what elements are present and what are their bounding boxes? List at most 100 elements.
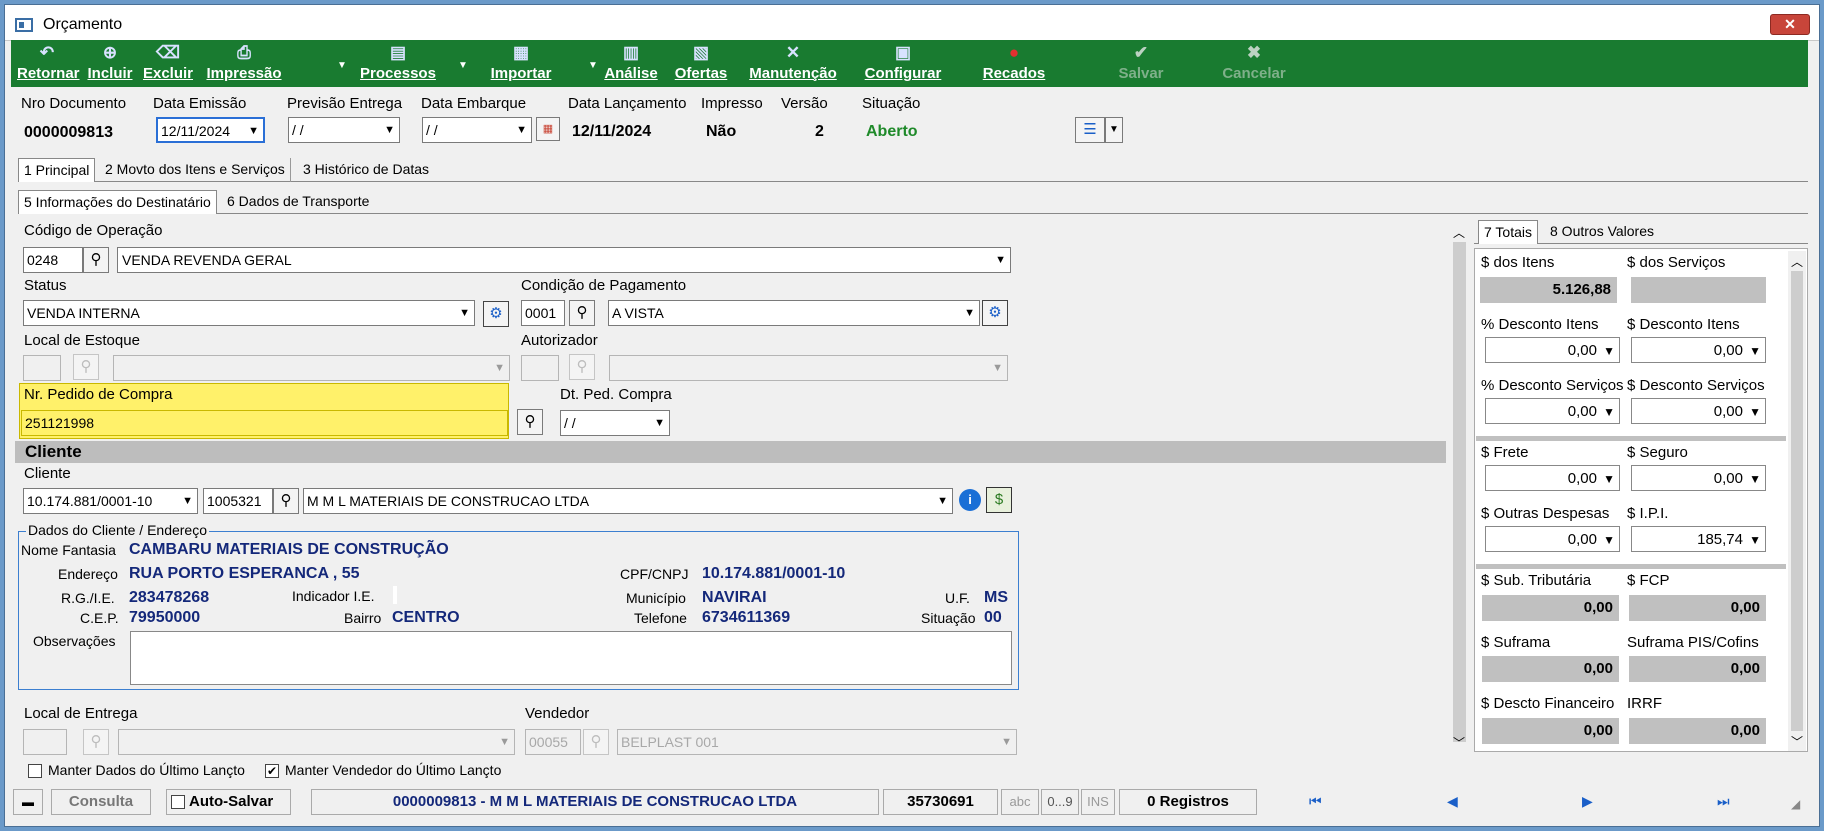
salvar-button[interactable]: ✔ Salvar xyxy=(1111,40,1171,87)
chevron-down-icon[interactable]: ▼ xyxy=(516,118,527,142)
list-view-icon[interactable]: ☰ xyxy=(1075,117,1105,143)
gear-icon[interactable]: ⚙ xyxy=(982,300,1008,326)
pct-desconto-itens-input[interactable]: 0,00 ▼ xyxy=(1485,337,1620,363)
data-emissao-input[interactable]: 12/11/2024 ▼ xyxy=(156,117,265,143)
local-entrega-select[interactable]: ▼ xyxy=(118,729,515,755)
impressao-button[interactable]: ⎙ Impressão xyxy=(202,40,286,87)
local-estoque-code[interactable] xyxy=(23,355,61,381)
tab-informacoes-destinatario[interactable]: 5 Informações do Destinatário xyxy=(18,190,217,214)
tab-historico-datas[interactable]: 3 Histórico de Datas xyxy=(298,158,434,182)
chevron-down-icon[interactable]: ▼ xyxy=(182,489,193,513)
chevron-down-icon[interactable]: ▼ xyxy=(964,301,975,325)
incluir-button[interactable]: ⊕ Incluir xyxy=(86,40,134,87)
manutencao-button[interactable]: ✕ Manutenção xyxy=(744,40,842,87)
dt-ped-compra-input[interactable]: / / ▼ xyxy=(560,410,670,436)
main-scrollbar[interactable]: ︿ ﹀ xyxy=(1449,222,1469,753)
local-entrega-code[interactable] xyxy=(23,729,67,755)
tab-principal[interactable]: 1 Principal xyxy=(18,158,96,182)
impressao-dropdown[interactable]: ▼ xyxy=(331,40,347,87)
tab-dados-transporte[interactable]: 6 Dados de Transporte xyxy=(222,190,374,214)
chevron-down-icon[interactable]: ▼ xyxy=(494,356,505,380)
condicao-pagamento-code[interactable]: 0001 xyxy=(521,300,565,326)
pct-desconto-servicos-input[interactable]: 0,00 ▼ xyxy=(1485,398,1620,424)
outras-despesas-input[interactable]: 0,00 ▼ xyxy=(1485,526,1620,552)
money-bag-icon[interactable]: $ xyxy=(986,487,1012,513)
codigo-operacao-input[interactable]: 0248 xyxy=(23,247,83,273)
search-icon[interactable]: ⚲ xyxy=(83,729,109,755)
frete-input[interactable]: 0,00 ▼ xyxy=(1485,465,1620,491)
condicao-pagamento-select[interactable]: A VISTA ▼ xyxy=(608,300,980,326)
importar-button[interactable]: ▦ Importar xyxy=(485,40,557,87)
tab-movto-itens[interactable]: 2 Movto dos Itens e Serviços xyxy=(100,158,291,182)
search-icon[interactable]: ⚲ xyxy=(569,300,595,326)
search-icon[interactable]: ⚲ xyxy=(569,354,595,380)
vendedor-select[interactable]: BELPLAST 001 ▼ xyxy=(617,729,1017,755)
operacao-select[interactable]: VENDA REVENDA GERAL ▼ xyxy=(117,247,1011,273)
resize-grip-icon[interactable]: ◢ xyxy=(1791,797,1800,811)
calendar-icon[interactable]: ▦ xyxy=(536,117,560,141)
list-view-dropdown[interactable]: ▼ xyxy=(1105,117,1123,143)
chevron-down-icon[interactable]: ▼ xyxy=(1001,730,1012,754)
analise-button[interactable]: ▥ Análise xyxy=(601,40,661,87)
calendar-dropdown-icon[interactable]: ▼ xyxy=(248,119,259,141)
autorizador-code[interactable] xyxy=(521,355,559,381)
autorizador-select[interactable]: ▼ xyxy=(609,355,1008,381)
chevron-down-icon[interactable]: ▼ xyxy=(1603,338,1615,364)
val-desconto-itens-input[interactable]: 0,00 ▼ xyxy=(1631,337,1766,363)
pedido-compra-input[interactable]: 251121998 xyxy=(21,410,508,436)
search-icon[interactable]: ⚲ xyxy=(73,354,99,380)
excluir-button[interactable]: ⌫ Excluir xyxy=(141,40,195,87)
processos-dropdown[interactable]: ▼ xyxy=(452,40,468,87)
ofertas-button[interactable]: ▧ Ofertas xyxy=(671,40,731,87)
status-select[interactable]: VENDA INTERNA ▼ xyxy=(23,300,475,326)
cliente-code[interactable]: 1005321 xyxy=(203,488,273,514)
importar-dropdown[interactable]: ▼ xyxy=(582,40,598,87)
scroll-down-icon[interactable]: ﹀ xyxy=(1791,733,1803,750)
tab-totais[interactable]: 7 Totais xyxy=(1478,220,1538,244)
search-icon[interactable]: ⚲ xyxy=(517,409,543,435)
chevron-down-icon[interactable]: ▼ xyxy=(992,356,1003,380)
auto-salvar-checkbox[interactable] xyxy=(171,795,185,809)
chevron-down-icon[interactable]: ▼ xyxy=(1749,466,1761,492)
chevron-down-icon[interactable]: ▼ xyxy=(499,730,510,754)
chevron-down-icon[interactable]: ▼ xyxy=(937,489,948,513)
processos-button[interactable]: ▤ Processos xyxy=(358,40,438,87)
configurar-button[interactable]: ▣ Configurar xyxy=(861,40,945,87)
tab-outros-valores[interactable]: 8 Outros Valores xyxy=(1545,220,1659,244)
observacoes-textarea[interactable] xyxy=(130,631,1012,685)
chevron-down-icon[interactable]: ▼ xyxy=(654,411,665,435)
auto-salvar-toggle[interactable]: Auto-Salvar xyxy=(166,789,291,815)
chevron-down-icon[interactable]: ▼ xyxy=(1749,338,1761,364)
totals-scrollbar[interactable]: ︿ ﹀ xyxy=(1788,251,1806,751)
recados-button[interactable]: ● Recados xyxy=(979,40,1049,87)
ipi-input[interactable]: 185,74 ▼ xyxy=(1631,526,1766,552)
last-record-icon[interactable]: ⏭ xyxy=(1717,793,1730,810)
chevron-down-icon[interactable]: ▼ xyxy=(384,118,395,142)
chevron-down-icon[interactable]: ▼ xyxy=(1603,399,1615,425)
local-estoque-select[interactable]: ▼ xyxy=(113,355,510,381)
val-desconto-servicos-input[interactable]: 0,00 ▼ xyxy=(1631,398,1766,424)
vendedor-code[interactable]: 00055 xyxy=(525,729,581,755)
chevron-down-icon[interactable]: ▼ xyxy=(459,301,470,325)
previsao-entrega-input[interactable]: / / ▼ xyxy=(288,117,400,143)
data-embarque-input[interactable]: / / ▼ xyxy=(422,117,532,143)
search-icon[interactable]: ⚲ xyxy=(273,488,299,514)
chevron-down-icon[interactable]: ▼ xyxy=(1603,527,1615,553)
manter-dados-checkbox[interactable] xyxy=(28,764,42,778)
search-icon[interactable]: ⚲ xyxy=(583,729,609,755)
first-record-icon[interactable]: ⏮ xyxy=(1309,793,1322,810)
gear-icon[interactable]: ⚙ xyxy=(483,301,509,327)
chevron-down-icon[interactable]: ▼ xyxy=(1749,399,1761,425)
retornar-button[interactable]: ↶ Retornar xyxy=(17,40,80,87)
manter-vendedor-checkbox[interactable]: ✔ xyxy=(265,764,279,778)
scroll-up-icon[interactable]: ︿ xyxy=(1791,253,1803,270)
cliente-name-select[interactable]: M M L MATERIAIS DE CONSTRUCAO LTDA ▼ xyxy=(303,488,953,514)
chevron-down-icon[interactable]: ▼ xyxy=(995,248,1006,272)
scroll-down-icon[interactable]: ﹀ xyxy=(1453,734,1465,751)
chevron-down-icon[interactable]: ▼ xyxy=(1749,527,1761,553)
search-icon[interactable]: ⚲ xyxy=(83,247,109,273)
previous-record-icon[interactable]: ◀ xyxy=(1447,793,1458,810)
next-record-icon[interactable]: ▶ xyxy=(1582,793,1593,810)
info-icon[interactable]: i xyxy=(957,488,983,514)
cancelar-button[interactable]: ✖ Cancelar xyxy=(1219,40,1289,87)
